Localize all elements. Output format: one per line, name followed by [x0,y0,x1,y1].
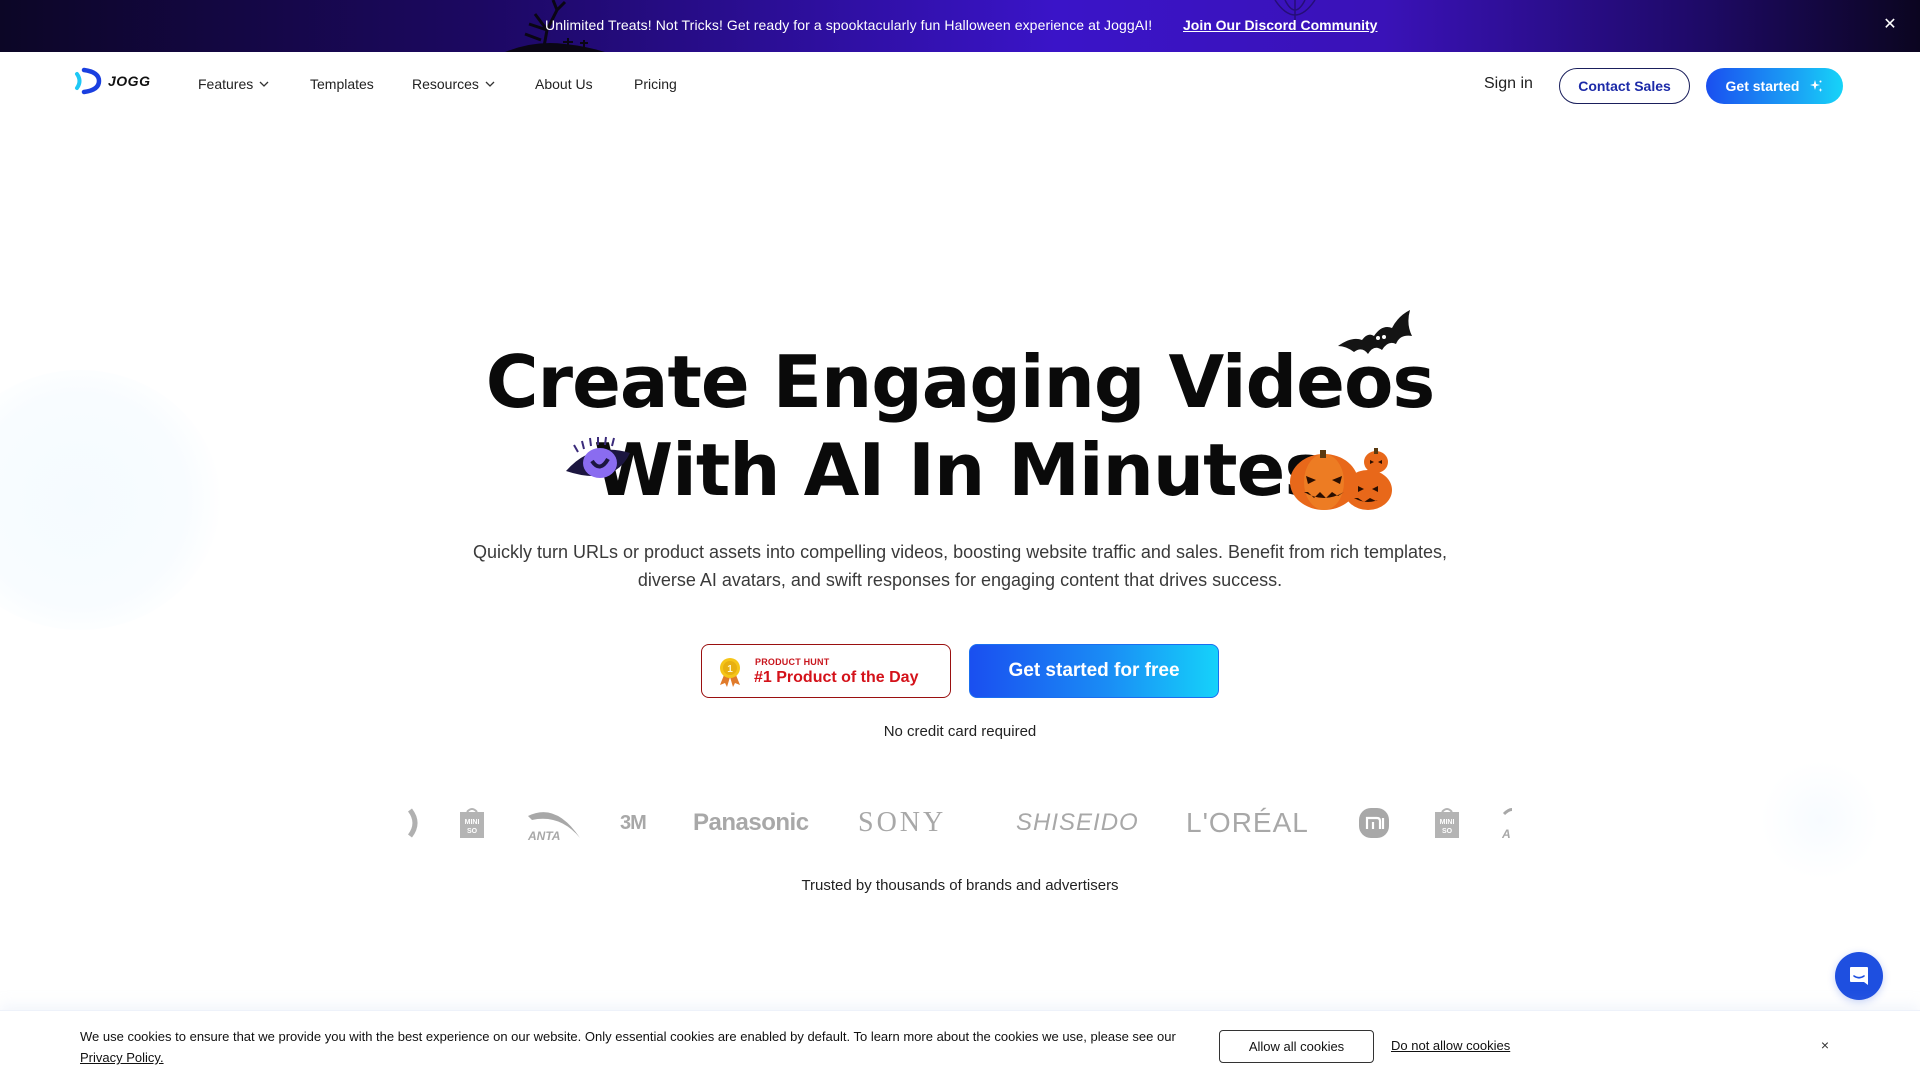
svg-text:ANTA: ANTA [527,829,560,842]
brand-logo-3m: 3M [620,811,647,834]
contact-sales-label: Contact Sales [1578,78,1671,94]
product-hunt-badge[interactable]: 1 PRODUCT HUNT #1 Product of the Day [701,644,951,698]
nav-templates-label: Templates [310,76,374,92]
hero-title-line-2: With AI In Minutes [593,428,1327,512]
nav-templates[interactable]: Templates [310,76,374,92]
chevron-down-icon [259,81,269,87]
logo-text: JOGG [108,73,151,89]
brand-logo-sony: SONY [858,807,947,838]
svg-text:MINI: MINI [465,819,480,826]
nav-pricing-label: Pricing [634,76,677,92]
allow-all-cookies-button[interactable]: Allow all cookies [1219,1030,1374,1063]
svg-text:A: A [1502,827,1511,841]
nav-about-us-label: About Us [535,76,593,92]
no-credit-card-note: No credit card required [883,723,1037,740]
product-of-day-label: #1 Product of the Day [754,669,919,686]
cookie-banner: We use cookies to ensure that we provide… [0,1010,1920,1080]
nav-resources[interactable]: Resources [412,76,495,92]
product-hunt-label: PRODUCT HUNT [755,657,830,667]
background-blob [1760,760,1880,880]
contact-sales-button[interactable]: Contact Sales [1559,68,1690,104]
banner-message: Unlimited Treats! Not Tricks! Get ready … [545,17,1153,33]
jogg-logo[interactable]: JOGG [74,67,150,95]
sign-in-link[interactable]: Sign in [1484,75,1533,93]
brand-logo-panasonic: Panasonic [693,809,809,836]
get-started-free-label: Get started for free [1008,660,1180,681]
sparkle-icon [1810,80,1823,92]
chat-icon [1850,967,1868,985]
nav-features-label: Features [198,76,254,92]
brand-logo-strip: MINI SO ANTA 3M Panasonic SONY SHISEIDO L… [408,800,1512,846]
bat-icon [1338,310,1412,354]
cookie-text: We use cookies to ensure that we provide… [80,1029,1176,1044]
do-not-allow-cookies-link[interactable]: Do not allow cookies [1391,1038,1510,1053]
get-started-free-button[interactable]: Get started for free [969,644,1219,698]
nav-about-us[interactable]: About Us [535,76,593,92]
cookie-close-icon[interactable]: × [1816,1036,1834,1054]
chevron-down-icon [485,81,495,87]
nav-resources-label: Resources [412,76,479,92]
svg-text:SO: SO [1442,828,1453,835]
brand-logo-xiaomi [1358,800,1390,846]
get-started-button[interactable]: Get started [1706,68,1843,104]
svg-text:MINI: MINI [1440,819,1455,826]
hero-title-line-1: Create Engaging Videos [485,340,1436,424]
medal-number: 1 [727,664,733,675]
main-nav: JOGG Features Templates Resources About … [0,52,1920,118]
brand-logo-loreal: L'ORÉAL [1186,807,1309,838]
cookie-message: We use cookies to ensure that we provide… [80,1026,1190,1068]
medal-icon: 1 [720,658,740,687]
brand-logo-miniso-2: MINI SO [1433,800,1461,846]
privacy-policy-link[interactable]: Privacy Policy. [80,1050,164,1065]
brand-logo-miniso: MINI SO [458,800,486,846]
close-icon[interactable]: ✕ [1880,15,1900,35]
allow-all-cookies-label: Allow all cookies [1248,1039,1345,1054]
get-started-label: Get started [1725,78,1800,94]
chat-widget-button[interactable] [1835,952,1883,1000]
brand-logo-anta: ANTA [526,800,582,846]
trusted-by-caption: Trusted by thousands of brands and adver… [801,877,1119,894]
hero-subtitle: Quickly turn URLs or product assets into… [472,542,1448,590]
nav-pricing[interactable]: Pricing [634,76,677,92]
nav-features[interactable]: Features [198,76,269,92]
announcement-banner: Unlimited Treats! Not Tricks! Get ready … [0,0,1920,52]
brand-logo-shiseido: SHISEIDO [1016,809,1139,836]
brand-logo-anta-partial: A [1502,800,1512,846]
pumpkins-icon [1290,448,1392,510]
discord-community-link[interactable]: Join Our Discord Community [1183,17,1377,33]
svg-text:SO: SO [467,828,478,835]
eye-icon [566,436,630,478]
jogg-logo-icon [75,67,102,95]
hero-title: Create Engaging Videos With AI In Minute… [0,338,1920,514]
brand-logo-partial [408,800,420,846]
